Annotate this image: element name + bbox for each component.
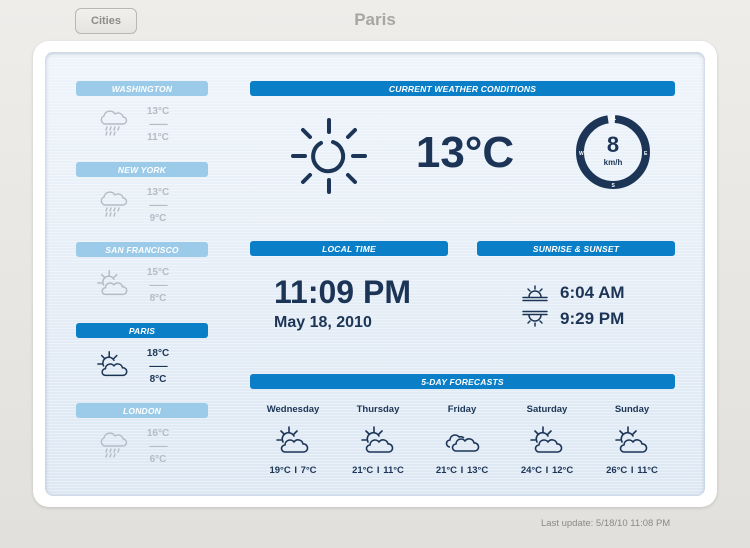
city-high: 16°C [146,428,170,439]
sunset-row: 9:29 PM [522,309,624,329]
forecast-day-name: Thursday [356,404,400,415]
sunrise-row: 6:04 AM [522,283,625,303]
partly-cloudy-icon [96,349,130,381]
city-high: 15°C [146,267,170,278]
city-low: 11°C [147,132,169,143]
page-title: Paris [354,10,396,29]
sunrise-icon [522,285,548,302]
forecast-day: Wednesday 19°C I 7°C [251,404,335,476]
forecast-day: Sunday 26°C I 11°C [590,404,674,476]
partly-cloudy-icon [96,268,130,300]
forecast-temps: 26°C I 11°C [606,465,658,476]
temp-separator: --------- [149,119,168,129]
forecast-day-name: Friday [447,404,477,415]
cloudy-icon [444,425,480,457]
city-temps: 15°C --------- 8°C [140,266,176,305]
partly-cloudy-icon [360,425,396,457]
forecast-day-name: Saturday [526,404,568,415]
local-time: 11:09 PM [274,274,411,310]
forecast-temps: 19°C I 7°C [269,465,317,476]
rain-cloud-icon [96,107,130,139]
temp-separator: --------- [149,441,168,451]
local-time-header: LOCAL TIME [250,241,448,256]
city-name: NEW YORK [76,162,208,177]
sunrise-sunset-header: SUNRISE & SUNSET [477,241,675,256]
forecast-day: Thursday 21°C I 11°C [336,404,420,476]
forecast-header: 5-DAY FORECASTS [250,374,675,389]
sunset-time: 9:29 PM [560,309,625,328]
partly-cloudy-icon [614,425,650,457]
temp-separator: --------- [149,280,168,290]
city-low: 6°C [149,454,167,465]
wind-speed: 8 [606,132,620,157]
last-update: Last update: 5/18/10 11:08 PM [541,518,671,529]
forecast-temps: 21°C I 11°C [352,465,404,476]
forecast-day: Friday 21°C I 13°C [420,404,504,476]
top-bar: Cities Paris [0,0,750,42]
cities-button[interactable]: Cities [75,8,137,34]
forecast-temps: 21°C I 13°C [435,465,489,476]
city-temps: 13°C --------- 11°C [140,105,176,144]
city-high: 13°C [146,106,170,117]
local-date: May 18, 2010 [274,314,372,331]
forecast-temps: 24°C I 12°C [520,465,574,476]
city-name: PARIS [76,323,208,338]
forecast-day-name: Wednesday [266,404,320,415]
partly-cloudy-icon [529,425,565,457]
rain-cloud-icon [96,429,130,461]
city-name: LONDON [76,403,208,418]
temp-separator: --------- [149,200,168,210]
city-name: SAN FRANCISCO [76,242,208,257]
city-high: 18°C [146,348,170,359]
sunset-icon [522,310,548,327]
forecast-day: Saturday 24°C I 12°C [505,404,589,476]
sunrise-time: 6:04 AM [560,283,625,302]
current-temperature: 13°C [415,128,515,177]
city-high: 13°C [146,187,170,198]
city-low: 8°C [149,374,167,385]
current-weather-header: CURRENT WEATHER CONDITIONS [250,81,675,96]
rain-cloud-icon [96,188,130,220]
partly-cloudy-icon [275,425,311,457]
city-low: 8°C [149,293,167,304]
city-name: WASHINGTON [76,81,208,96]
city-temps: 18°C --------- 8°C [140,347,176,386]
forecast-day-name: Sunday [614,404,650,415]
city-temps: 16°C --------- 6°C [140,427,176,466]
temp-separator: --------- [149,361,168,371]
city-temps: 13°C --------- 9°C [140,186,176,225]
sun-icon [291,118,367,194]
city-low: 9°C [149,213,167,224]
wind-unit: km/h [603,158,623,167]
